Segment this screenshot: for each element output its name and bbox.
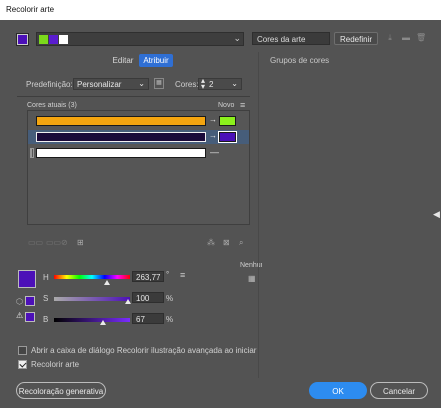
- new-color-swatch[interactable]: [218, 131, 237, 143]
- current-color-bar[interactable]: [36, 132, 206, 142]
- exclude-color-icon[interactable]: ⊘: [61, 238, 68, 247]
- folder-icon[interactable]: ▬: [401, 33, 411, 43]
- advanced-dialog-option[interactable]: Abrir a caixa de diálogo Recolorir ilust…: [18, 346, 257, 356]
- ok-button[interactable]: OK: [309, 382, 367, 399]
- color-groups-panel: [262, 66, 424, 378]
- warning-icon: ⚠: [16, 311, 24, 320]
- no-assignment-icon: —: [210, 147, 219, 157]
- recolor-art-option[interactable]: Recolorir arte: [18, 360, 80, 370]
- current-color-bar[interactable]: [36, 148, 206, 158]
- recolor-art-label: Recolorir arte: [31, 360, 80, 369]
- generative-recolor-button[interactable]: Recoloração generativa: [16, 382, 106, 399]
- table-row[interactable]: →: [28, 130, 249, 144]
- active-color-swatch[interactable]: [16, 33, 29, 46]
- gamut-swatch[interactable]: [25, 312, 35, 322]
- colors-label: Cores:: [175, 80, 199, 89]
- saturation-slider[interactable]: [54, 297, 130, 301]
- divider: [17, 96, 250, 97]
- brightness-value[interactable]: 67: [132, 313, 164, 324]
- save-group-icon[interactable]: ⤓: [385, 33, 395, 43]
- current-color-bar[interactable]: [36, 116, 206, 126]
- advanced-dialog-label: Abrir a caixa de diálogo Recolorir ilust…: [31, 346, 257, 355]
- menu-icon[interactable]: ≡: [180, 270, 185, 280]
- brightness-slider-knob[interactable]: [100, 320, 106, 325]
- spinner-icon[interactable]: ▴ ▾: [201, 77, 205, 91]
- merge-colors-icon[interactable]: ▭▭: [28, 238, 43, 247]
- panel-divider: [258, 52, 259, 378]
- web-safe-swatch[interactable]: [25, 296, 35, 306]
- colors-count-dropdown[interactable]: ▴ ▾ 2 ⌄: [198, 77, 242, 91]
- saturation-value[interactable]: 100: [132, 292, 164, 303]
- advanced-dialog-checkbox[interactable]: [18, 346, 27, 356]
- randomize-order-icon[interactable]: ⁂: [207, 238, 215, 247]
- grip-icon[interactable]: [30, 148, 34, 158]
- saturation-unit: %: [166, 294, 174, 303]
- arrow-right-icon[interactable]: →: [209, 115, 217, 124]
- collapse-panel-icon[interactable]: ◀: [433, 209, 440, 220]
- current-colors-header: Cores atuais (3): [27, 102, 77, 109]
- menu-icon[interactable]: ≡: [240, 100, 245, 110]
- selected-color-swatch[interactable]: [18, 270, 36, 288]
- preset-label: Predefinição:: [26, 80, 73, 89]
- new-row-icon[interactable]: ⊞: [77, 238, 84, 247]
- arrow-right-icon[interactable]: →: [209, 131, 217, 140]
- color-mode-icon[interactable]: ▦: [248, 274, 256, 283]
- colors-count-value: 2: [209, 80, 214, 89]
- find-color-icon[interactable]: ⌕: [239, 238, 243, 248]
- tab-assign[interactable]: Atribuir: [139, 54, 173, 67]
- hue-slider-knob[interactable]: [104, 280, 110, 285]
- harmony-chip-3: [59, 35, 68, 44]
- new-color-swatch[interactable]: [219, 116, 236, 126]
- table-row[interactable]: —: [28, 146, 249, 160]
- recolor-art-checkbox[interactable]: [18, 360, 27, 370]
- hue-value[interactable]: 263,77: [132, 271, 164, 282]
- brightness-label: B: [43, 315, 49, 324]
- table-row[interactable]: →: [28, 114, 249, 128]
- hue-label: H: [43, 273, 49, 282]
- preset-dropdown[interactable]: Personalizar ⌄: [73, 78, 149, 90]
- brightness-unit: %: [166, 315, 174, 324]
- cube-icon: ⬡: [16, 297, 23, 306]
- color-groups-title: Grupos de cores: [270, 56, 330, 65]
- randomize-saturation-icon[interactable]: ⊠: [223, 238, 230, 247]
- chevron-down-icon: ⌄: [231, 79, 238, 88]
- tab-edit[interactable]: Editar: [108, 54, 138, 67]
- brightness-slider[interactable]: [54, 318, 130, 322]
- trash-icon[interactable]: 🗑: [416, 33, 426, 43]
- hue-slider[interactable]: [54, 275, 130, 279]
- harmony-chip-1: [39, 35, 48, 44]
- separate-colors-icon[interactable]: ▭▭: [46, 238, 61, 247]
- saturation-slider-knob[interactable]: [125, 299, 131, 304]
- color-assignment-table: → → —: [27, 110, 250, 225]
- limit-palette-icon[interactable]: ▦: [154, 78, 164, 89]
- group-name-field[interactable]: Cores da arte: [252, 32, 330, 45]
- saturation-label: S: [43, 294, 49, 303]
- hue-unit: °: [166, 270, 170, 279]
- harmony-colors-dropdown[interactable]: ⌄: [36, 32, 244, 46]
- chevron-down-icon: ⌄: [138, 79, 145, 88]
- new-colors-header: Novo: [218, 102, 235, 109]
- reset-button[interactable]: Redefinir: [334, 32, 378, 45]
- window-title: Recolorir arte: [0, 0, 441, 20]
- preset-value: Personalizar: [77, 80, 122, 89]
- cancel-button[interactable]: Cancelar: [370, 382, 428, 399]
- chevron-down-icon: ⌄: [233, 33, 241, 43]
- harmony-chip-2: [49, 35, 58, 44]
